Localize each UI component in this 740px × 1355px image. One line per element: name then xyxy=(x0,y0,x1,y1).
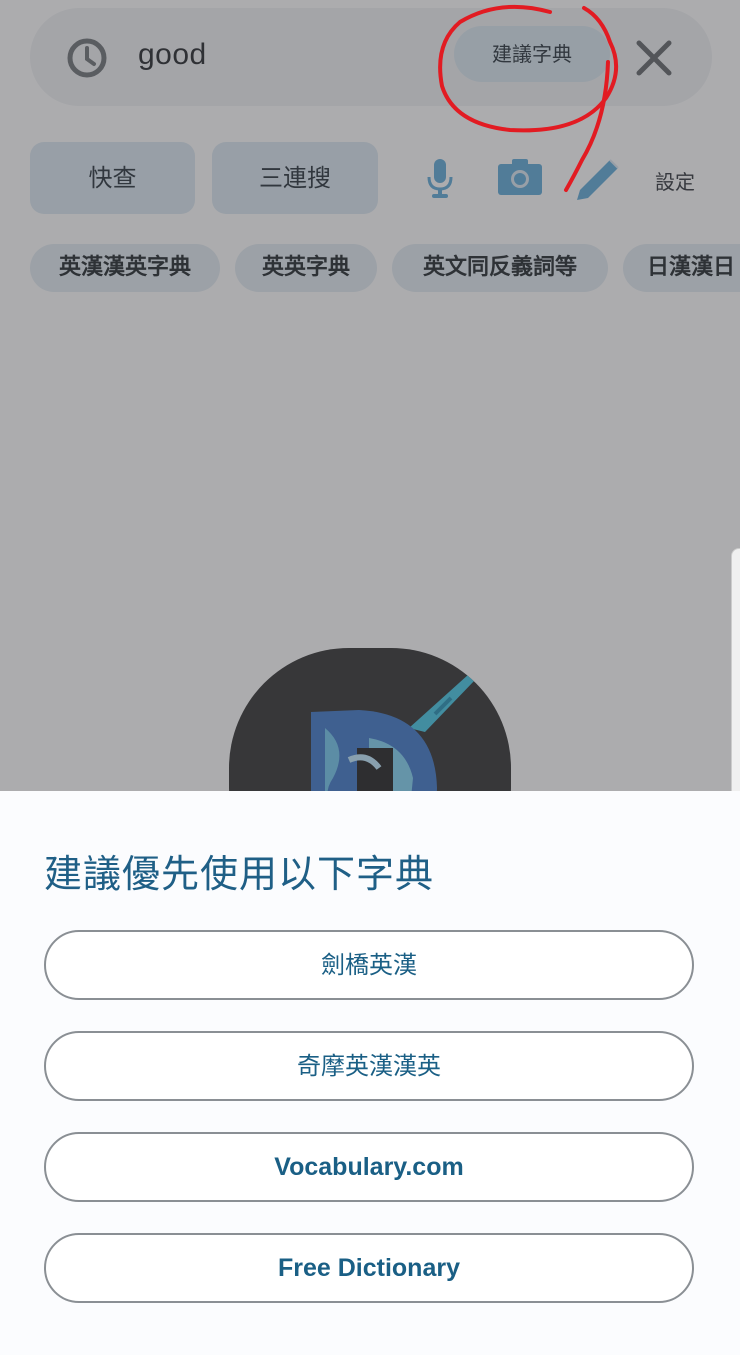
sheet-title: 建議優先使用以下字典 xyxy=(44,852,435,896)
modal-scrim[interactable] xyxy=(0,0,740,791)
suggestion-bottom-sheet: 建議優先使用以下字典 劍橋英漢 奇摩英漢漢英 Vocabulary.com Fr… xyxy=(0,791,740,1355)
dictionary-option-button[interactable]: 劍橋英漢 xyxy=(44,930,694,1000)
dictionary-option-button[interactable]: Free Dictionary xyxy=(44,1233,694,1303)
dictionary-option-button[interactable]: Vocabulary.com xyxy=(44,1132,694,1202)
dictionary-option-button[interactable]: 奇摩英漢漢英 xyxy=(44,1031,694,1101)
